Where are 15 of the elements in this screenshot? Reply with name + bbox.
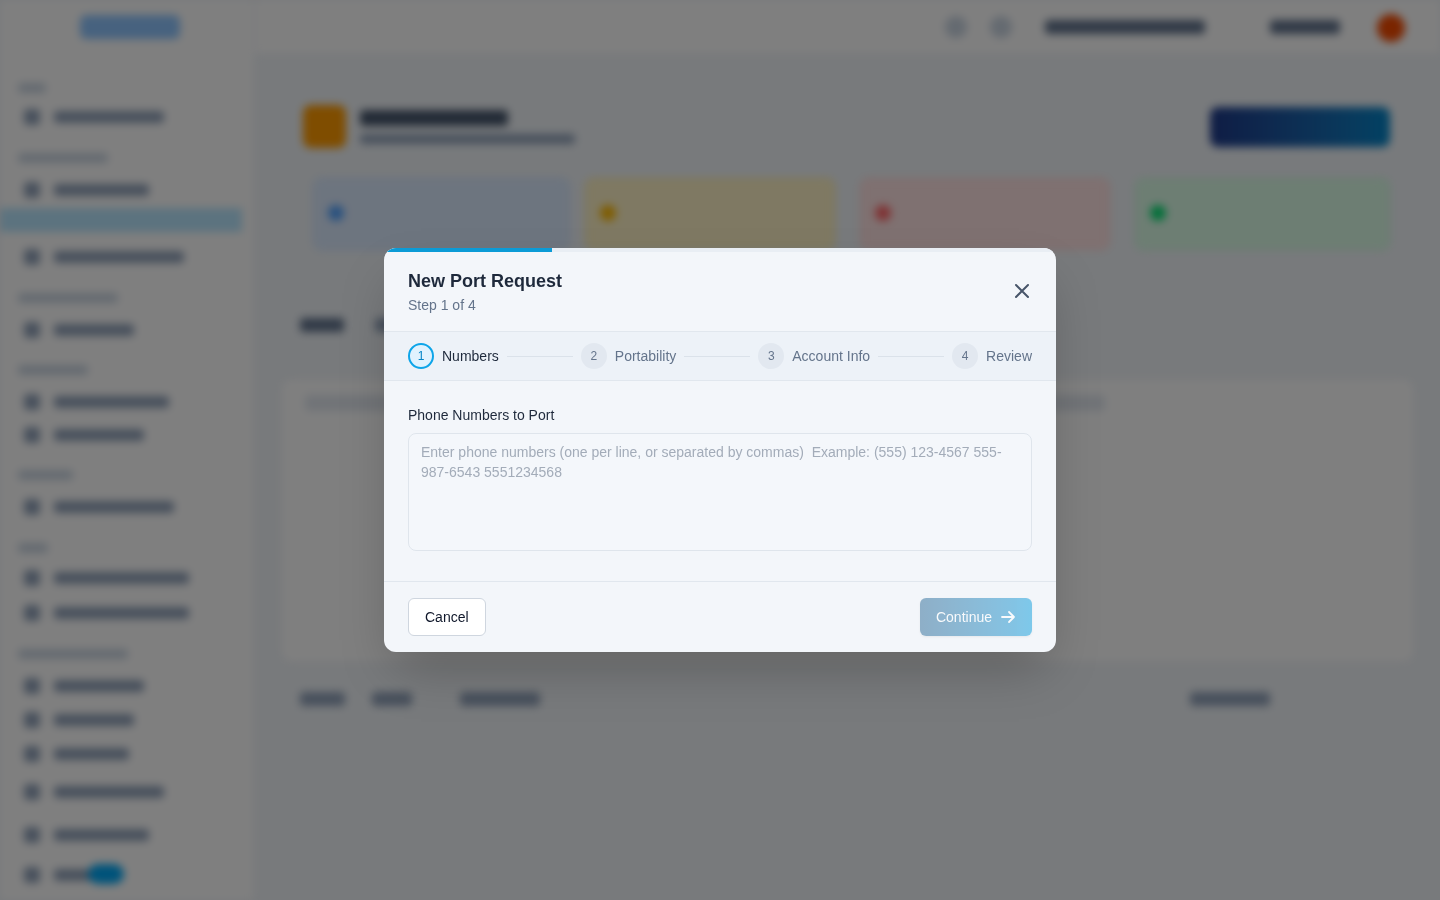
arrow-right-icon <box>1000 609 1016 625</box>
step-label: Review <box>986 347 1032 366</box>
field-label: Phone Numbers to Port <box>408 406 556 425</box>
step-number: 4 <box>952 343 979 369</box>
step-label: Portability <box>614 347 677 366</box>
phone-numbers-field[interactable]: Enter phone numbers (one per line, or separated by commas) Example: (555) 123-4567 555-987-6543 5551234568 <box>408 433 1032 551</box>
step-number: 3 <box>758 343 785 369</box>
step-number: 2 <box>580 343 607 369</box>
close-icon <box>1012 281 1032 301</box>
step-number: 1 <box>408 343 434 369</box>
dialog-title: New Port Request <box>408 270 563 293</box>
dialog-subtitle: Step 1 of 4 <box>408 296 477 315</box>
cancel-button[interactable]: Cancel <box>408 598 486 636</box>
step-label: Account Info <box>792 347 871 366</box>
step-label: Numbers <box>442 347 499 366</box>
